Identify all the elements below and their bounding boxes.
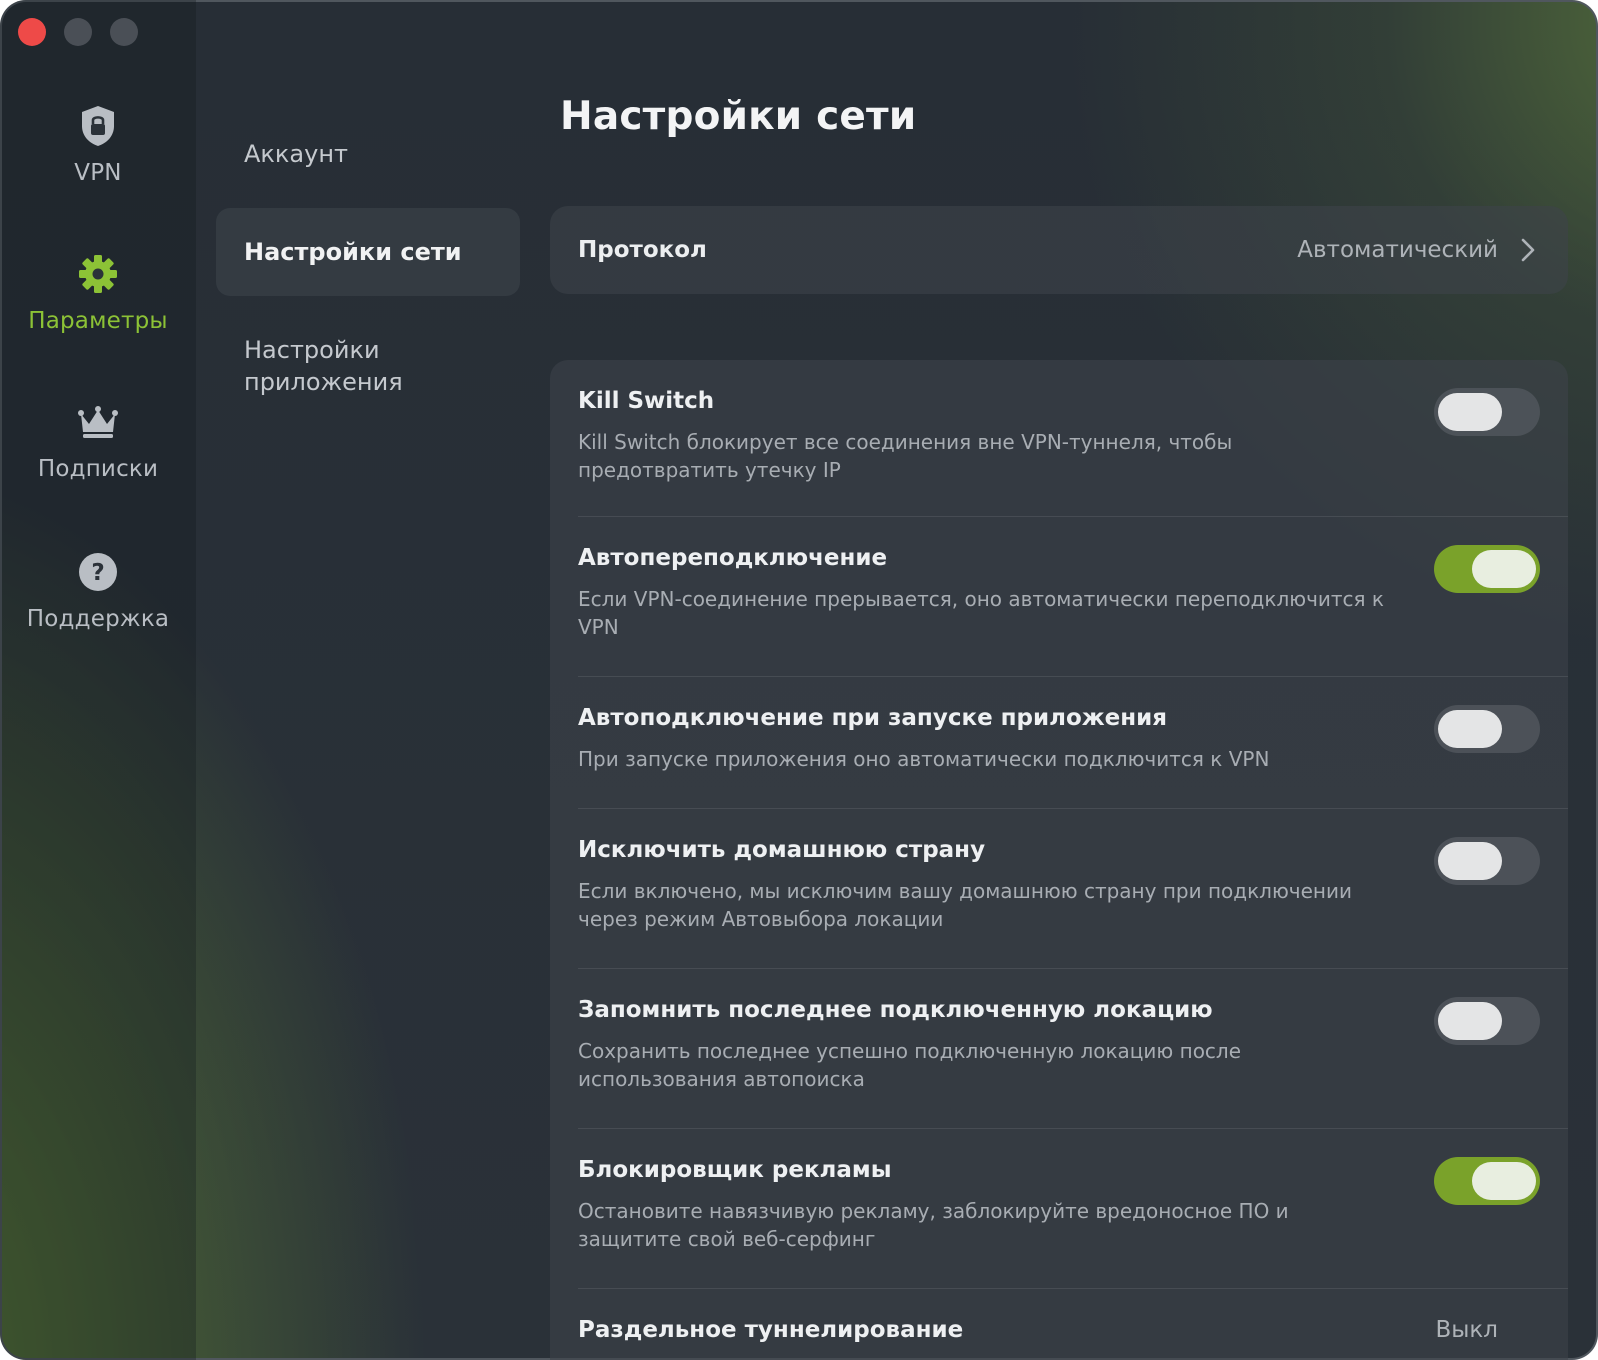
setting-exclude-home-country: Исключить домашнюю страну Если включено,… (550, 809, 1568, 969)
setting-title: Kill Switch (578, 388, 715, 414)
svg-text:?: ? (91, 560, 104, 586)
setting-title: Автопереподключение (578, 545, 888, 571)
setting-auto-reconnect: Автопереподключение Если VPN-соединение … (550, 517, 1568, 677)
zoom-window-button[interactable] (110, 18, 138, 46)
auto-connect-toggle[interactable] (1434, 705, 1540, 753)
minimize-window-button[interactable] (64, 18, 92, 46)
setting-title: Исключить домашнюю страну (578, 837, 986, 863)
submenu-item-label: Настройки сети (244, 238, 462, 266)
question-icon: ? (76, 550, 120, 594)
sidebar: VPN Параметры Подписки ? Поддержка (0, 0, 196, 1360)
sidebar-item-subscriptions[interactable]: Подписки (0, 400, 196, 482)
setting-description: Остановите навязчивую рекламу, заблокиру… (578, 1199, 1289, 1251)
setting-auto-connect-on-launch: Автоподключение при запуске приложения П… (550, 677, 1568, 809)
setting-title: Автоподключение при запуске приложения (578, 705, 1168, 731)
window-controls (18, 18, 138, 46)
setting-description: Сохранить последнее успешно подключенную… (578, 1039, 1242, 1091)
setting-description: Если включено, мы исключим вашу домашнюю… (578, 879, 1352, 931)
sidebar-item-label: Параметры (28, 308, 168, 334)
exclude-home-country-toggle[interactable] (1434, 837, 1540, 885)
app-window: VPN Параметры Подписки ? Поддержка Аккау… (0, 0, 1598, 1360)
shield-lock-icon (76, 104, 120, 148)
protocol-value: Автоматический (1297, 237, 1498, 263)
chevron-right-icon (1518, 236, 1538, 264)
gear-icon (76, 252, 120, 296)
setting-title: Блокировщик рекламы (578, 1157, 892, 1183)
protocol-row[interactable]: Протокол Автоматический (550, 206, 1568, 294)
setting-remember-last-location: Запомнить последнее подключенную локацию… (550, 969, 1568, 1129)
ad-blocker-toggle[interactable] (1434, 1157, 1540, 1205)
sidebar-item-label: Поддержка (26, 606, 170, 632)
sidebar-item-label: VPN (74, 160, 122, 186)
auto-reconnect-toggle[interactable] (1434, 545, 1540, 593)
crown-icon (76, 400, 120, 444)
setting-kill-switch: Kill Switch Kill Switch блокирует все со… (550, 360, 1568, 517)
sidebar-item-support[interactable]: ? Поддержка (0, 550, 196, 632)
sidebar-item-label: Подписки (37, 456, 159, 482)
protocol-label: Протокол (578, 237, 707, 263)
setting-description: Kill Switch блокирует все соединения вне… (578, 430, 1233, 482)
split-tunneling-value: Выкл (1435, 1317, 1498, 1343)
setting-ad-blocker: Блокировщик рекламы Остановите навязчиву… (550, 1129, 1568, 1289)
settings-list: Kill Switch Kill Switch блокирует все со… (550, 360, 1568, 1360)
sidebar-item-parameters[interactable]: Параметры (0, 252, 196, 334)
setting-description: Если VPN-соединение прерывается, оно авт… (578, 587, 1385, 639)
remember-location-toggle[interactable] (1434, 997, 1540, 1045)
sidebar-item-vpn[interactable]: VPN (0, 104, 196, 186)
submenu-item-account[interactable]: Аккаунт (216, 138, 520, 170)
setting-title: Раздельное туннелирование (578, 1317, 964, 1343)
setting-description: При запуске приложения оно автоматически… (578, 747, 1270, 771)
setting-title: Запомнить последнее подключенную локацию (578, 997, 1213, 1023)
setting-split-tunneling[interactable]: Раздельное туннелирование Выкл (550, 1289, 1568, 1360)
page-title: Настройки сети (560, 94, 917, 139)
close-window-button[interactable] (18, 18, 46, 46)
submenu-item-network-settings[interactable]: Настройки сети (216, 208, 520, 296)
submenu-item-app-settings[interactable]: Настройки приложения (216, 334, 506, 398)
kill-switch-toggle[interactable] (1434, 388, 1540, 436)
